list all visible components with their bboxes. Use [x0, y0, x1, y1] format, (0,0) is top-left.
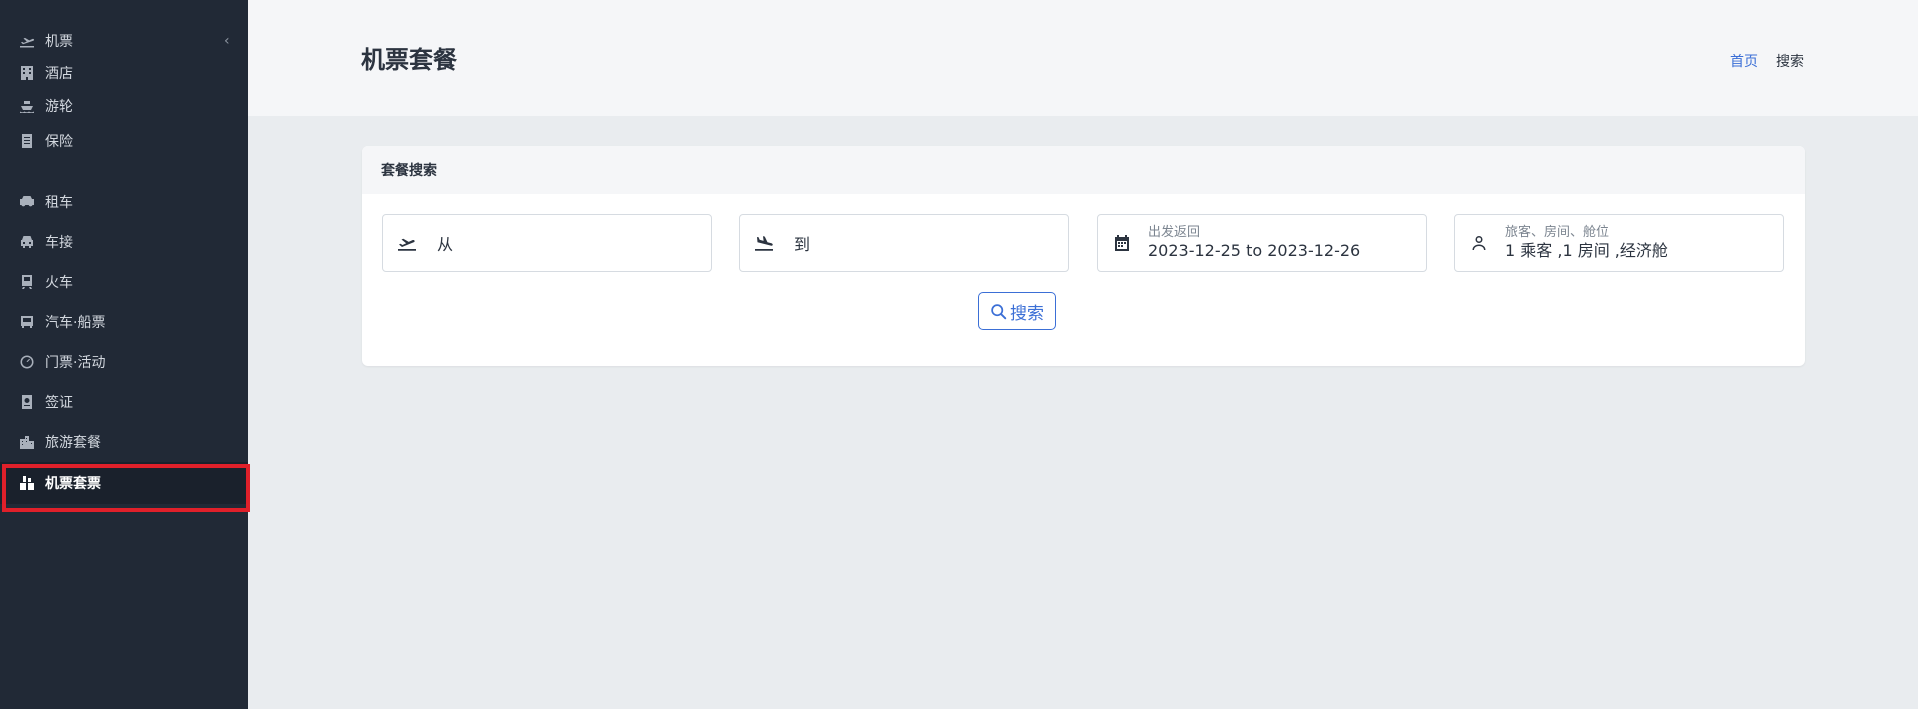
user-icon [1467, 233, 1491, 253]
sidebar: ‹ 机票 游轮 酒店 保险 租车 车接 火车 汽车·船票 门票·活动 签证 旅游… [0, 0, 248, 709]
car-rental-icon [18, 193, 36, 211]
sidebar-item-train[interactable]: 火车 [0, 262, 248, 302]
sidebar-item-label: 租车 [45, 195, 73, 211]
travelers-field[interactable]: 旅客、房间、舱位 1 乘客 ,1 房间 ,经济舱 [1454, 214, 1784, 272]
sidebar-item-label: 保险 [45, 134, 73, 150]
search-icon [991, 303, 1007, 319]
search-button-label: 搜索 [1010, 303, 1044, 324]
bus-icon [18, 313, 36, 331]
sidebar-item-label: 火车 [45, 275, 73, 291]
sidebar-item-label: 酒店 [45, 66, 73, 82]
from-field[interactable]: 从 [382, 214, 712, 272]
breadcrumb: 首页 搜索 [1730, 51, 1804, 71]
search-button[interactable]: 搜索 [978, 292, 1056, 330]
package-icon [18, 474, 36, 492]
plane-takeoff-icon [18, 32, 36, 50]
sidebar-item-label: 签证 [45, 395, 73, 411]
sidebar-item-label: 门票·活动 [45, 355, 106, 371]
page-title: 机票套餐 [361, 46, 457, 74]
date-range-value: 2023-12-25 to 2023-12-26 [1148, 241, 1361, 260]
train-icon [18, 273, 36, 291]
calendar-icon [1110, 233, 1134, 253]
passport-icon [18, 393, 36, 411]
sidebar-item-label: 机票 [45, 34, 73, 50]
sidebar-item-car-pickup[interactable]: 车接 [0, 222, 248, 262]
ticket-icon [18, 353, 36, 371]
sidebar-item-insurance[interactable]: 保险 [0, 121, 248, 161]
sidebar-item-tickets-activities[interactable]: 门票·活动 [0, 342, 248, 382]
sidebar-item-bus-ferry[interactable]: 汽车·船票 [0, 302, 248, 342]
to-field[interactable]: 到 [739, 214, 1069, 272]
car-icon [18, 233, 36, 251]
sidebar-item-flight-package[interactable]: 机票套票 [0, 462, 248, 504]
ship-icon [18, 97, 36, 115]
sidebar-item-label: 汽车·船票 [45, 315, 106, 331]
breadcrumb-current: 搜索 [1776, 54, 1804, 70]
travelers-label: 旅客、房间、舱位 [1505, 225, 1610, 240]
breadcrumb-home-link[interactable]: 首页 [1730, 51, 1758, 71]
document-icon [18, 132, 36, 150]
sidebar-item-hotel[interactable]: 酒店 [0, 53, 248, 93]
city-icon [18, 433, 36, 451]
date-range-label: 出发返回 [1148, 225, 1201, 240]
from-placeholder: 从 [437, 235, 454, 254]
sidebar-item-label: 旅游套餐 [45, 435, 101, 451]
date-range-field[interactable]: 出发返回 2023-12-25 to 2023-12-26 [1097, 214, 1427, 272]
to-placeholder: 到 [794, 235, 811, 254]
travelers-value: 1 乘客 ,1 房间 ,经济舱 [1505, 241, 1668, 260]
sidebar-item-label: 机票套票 [45, 476, 101, 492]
sidebar-item-visa[interactable]: 签证 [0, 382, 248, 422]
page-header: 机票套餐 首页 搜索 [248, 0, 1918, 116]
plane-landing-icon [752, 233, 776, 253]
sidebar-item-car-rental[interactable]: 租车 [0, 182, 248, 222]
sidebar-item-tour-package[interactable]: 旅游套餐 [0, 422, 248, 462]
card-title: 套餐搜索 [362, 146, 1805, 194]
sidebar-item-label: 游轮 [45, 99, 73, 115]
hotel-icon [18, 64, 36, 82]
sidebar-item-label: 车接 [45, 235, 73, 251]
plane-takeoff-icon [395, 233, 419, 253]
